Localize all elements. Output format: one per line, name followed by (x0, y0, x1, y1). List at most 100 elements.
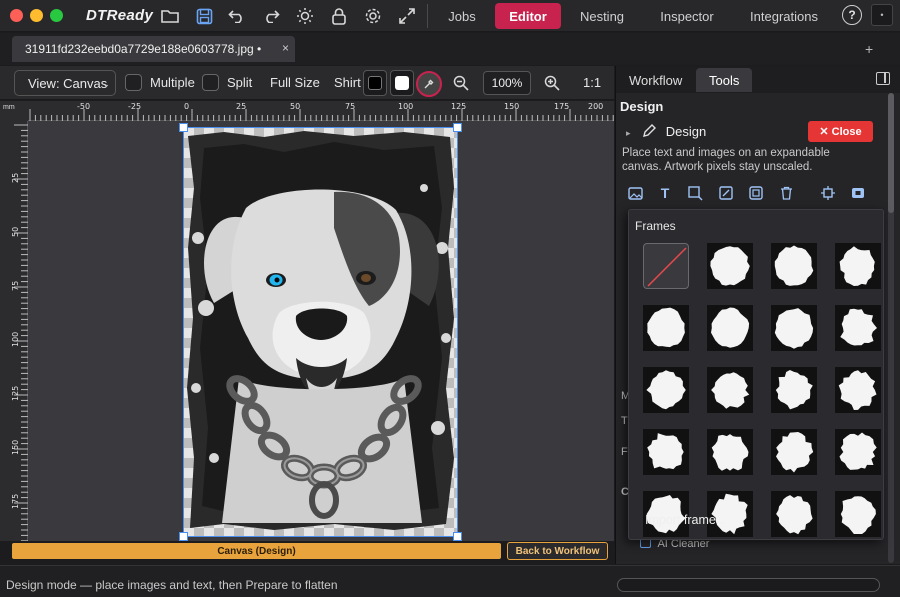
multiple-checkbox[interactable] (125, 74, 142, 91)
resize-handle-top-right[interactable] (453, 123, 462, 132)
title-bar: DTReady Jobs Editor Nesting Inspector In… (0, 0, 900, 32)
redo-icon[interactable] (259, 4, 283, 28)
design-description: Place text and images on an expandable c… (622, 147, 830, 173)
folder-icon[interactable] (158, 4, 182, 28)
crop-icon[interactable] (717, 184, 735, 202)
back-to-workflow-button[interactable]: Back to Workflow (507, 542, 608, 560)
view-select[interactable]: View: Canvas ⌄ (14, 70, 116, 96)
frame-option[interactable] (707, 305, 753, 351)
frame-option[interactable] (771, 491, 817, 537)
lock-icon[interactable] (327, 4, 351, 28)
expand-icon[interactable] (395, 4, 419, 28)
artwork-image[interactable] (184, 128, 457, 536)
frame-thumbnail (643, 429, 689, 475)
ruler-label: 25 (236, 102, 247, 111)
full-size-button[interactable]: Full Size (270, 75, 320, 90)
ruler-label: 75 (11, 280, 20, 291)
nav-inspector[interactable]: Inspector (646, 3, 728, 29)
frame-option[interactable] (771, 305, 817, 351)
design-artboard[interactable] (179, 123, 462, 541)
frame-none-option[interactable] (643, 243, 689, 289)
actual-size-button[interactable]: 1:1 (583, 75, 601, 90)
fit-icon[interactable] (819, 184, 837, 202)
vertical-ruler: 25 50 75 100 125 150 175 (0, 121, 28, 541)
resize-handle-top-left[interactable] (179, 123, 188, 132)
ruler-label: -50 (77, 102, 91, 111)
frames-popup: Frames Import frame... (628, 209, 884, 540)
add-shape-icon[interactable] (686, 184, 704, 202)
frame-option[interactable] (835, 243, 881, 289)
frame-option[interactable] (835, 305, 881, 351)
resize-handle-bottom-left[interactable] (179, 532, 188, 541)
add-text-icon[interactable]: T (656, 184, 674, 202)
zoom-in-icon[interactable] (540, 71, 564, 95)
resize-handle-bottom-right[interactable] (453, 532, 462, 541)
panel-scrollbar-thumb[interactable] (888, 93, 894, 213)
tab-workflow[interactable]: Workflow (616, 68, 695, 92)
frame-option[interactable] (835, 429, 881, 475)
nav-editor[interactable]: Editor (495, 3, 561, 29)
frame-thumbnail (707, 367, 753, 413)
gear-icon[interactable] (361, 4, 385, 28)
frame-option[interactable] (835, 491, 881, 537)
app-logo: DTReady (86, 7, 154, 24)
nav-nesting[interactable]: Nesting (566, 3, 638, 29)
ruler-label: 100 (398, 102, 414, 111)
ruler-label: 0 (184, 102, 190, 111)
sidebar-toggle-icon[interactable] (876, 72, 890, 85)
frame-option[interactable] (643, 429, 689, 475)
import-frame-button[interactable]: Import frame... (645, 513, 726, 527)
ruler-label: 100 (11, 331, 20, 347)
nav-integrations[interactable]: Integrations (738, 3, 830, 29)
canvas-mode-bar: Canvas (Design) (12, 543, 501, 559)
file-tab-label: 31911fd232eebd0a7729e188e0603778.jpg • (25, 42, 262, 56)
undo-icon[interactable] (225, 4, 249, 28)
eyedropper-icon[interactable] (416, 71, 442, 97)
nav-jobs[interactable]: Jobs (434, 3, 490, 29)
shirt-color-dark[interactable] (363, 70, 387, 96)
obscured-label: F (621, 446, 628, 458)
window-close-button[interactable] (10, 9, 23, 22)
obscured-label: T (621, 415, 628, 427)
frame-thumbnail (835, 491, 881, 537)
frame-option[interactable] (707, 367, 753, 413)
frame-option[interactable] (771, 367, 817, 413)
frame-option[interactable] (835, 367, 881, 413)
fill-canvas-icon[interactable] (849, 184, 867, 202)
file-tab[interactable]: 31911fd232eebd0a7729e188e0603778.jpg • × (12, 36, 295, 62)
frame-option[interactable] (771, 243, 817, 289)
panel-scrollbar[interactable] (888, 93, 894, 563)
help-button[interactable]: ? (842, 5, 862, 25)
collapse-button[interactable]: • (871, 4, 893, 26)
frame-thumbnail (707, 305, 753, 351)
frames-title: Frames (635, 219, 676, 233)
ruler-unit: mm (0, 101, 28, 121)
ruler-label: 150 (11, 439, 20, 455)
frame-option[interactable] (643, 367, 689, 413)
frame-option[interactable] (707, 429, 753, 475)
design-row[interactable]: ▸ Design (626, 124, 706, 141)
window-zoom-button[interactable] (50, 9, 63, 22)
frame-icon[interactable] (747, 184, 765, 202)
new-tab-button[interactable]: + (865, 41, 873, 57)
frame-thumbnail (771, 367, 817, 413)
add-image-icon[interactable] (626, 184, 644, 202)
window-minimize-button[interactable] (30, 9, 43, 22)
tab-tools[interactable]: Tools (696, 68, 753, 92)
frame-option[interactable] (643, 305, 689, 351)
split-checkbox[interactable] (202, 74, 219, 91)
save-icon[interactable] (192, 4, 216, 28)
close-design-button[interactable]: ✕ Close (808, 121, 873, 142)
collapse-arrow-icon[interactable]: ▸ (626, 128, 631, 138)
zoom-input[interactable]: 100% (483, 71, 531, 95)
ruler-ticks-top (29, 109, 614, 121)
file-tab-row: 31911fd232eebd0a7729e188e0603778.jpg • ×… (0, 33, 900, 65)
close-tab-icon[interactable]: × (282, 41, 289, 55)
frame-option[interactable] (771, 429, 817, 475)
brightness-icon[interactable] (293, 4, 317, 28)
zoom-out-icon[interactable] (449, 71, 473, 95)
shirt-color-light[interactable] (390, 70, 414, 96)
canvas-viewport[interactable]: -50 -25 0 25 50 75 100 125 150 175 200 m… (0, 101, 614, 541)
trash-icon[interactable] (777, 184, 795, 202)
frame-option[interactable] (707, 243, 753, 289)
